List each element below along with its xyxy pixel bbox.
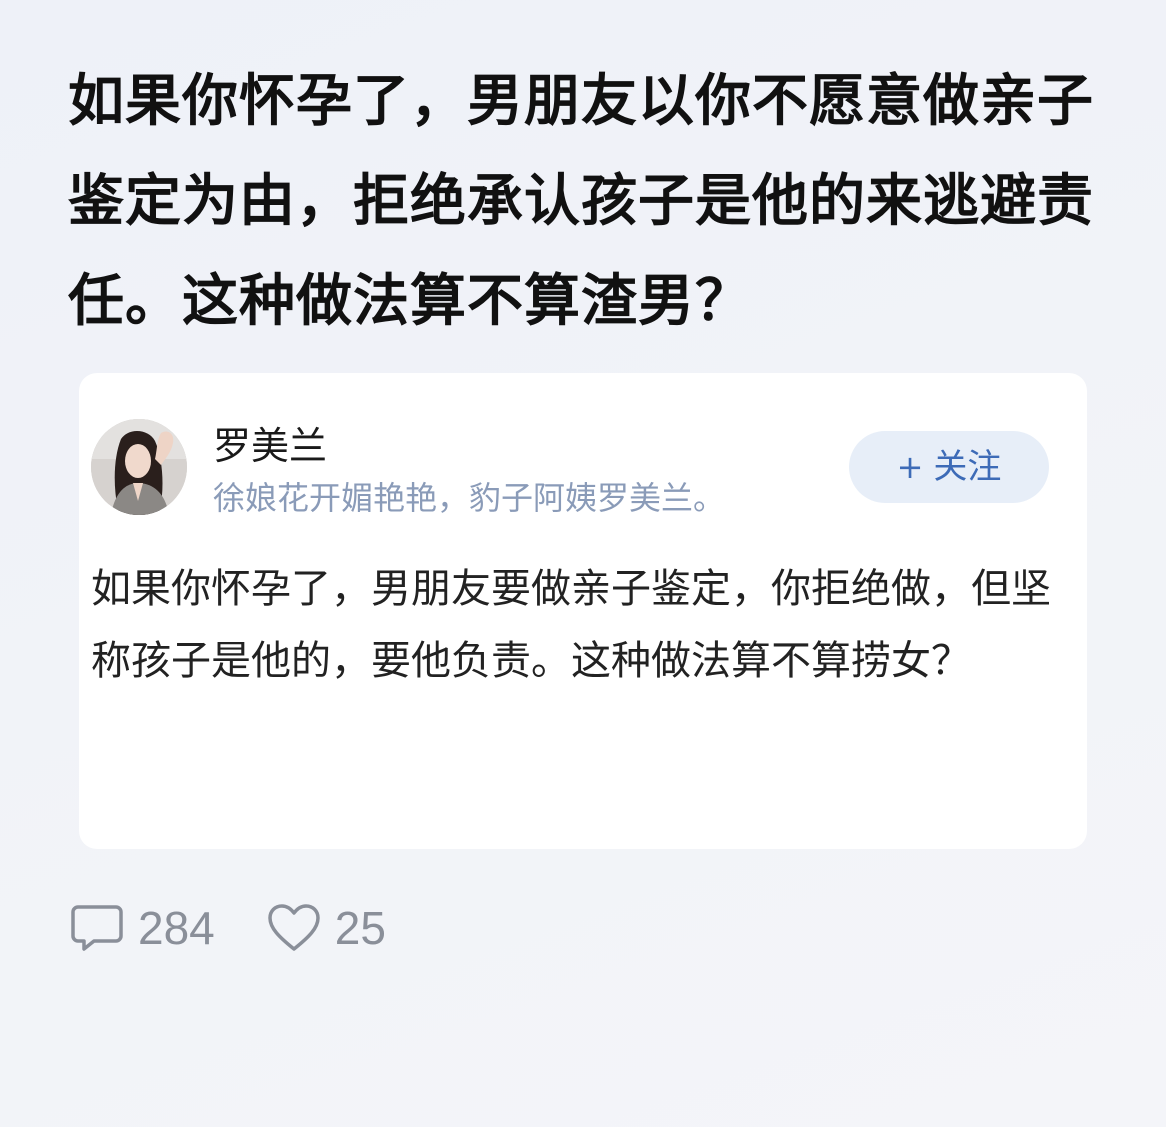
comment-button[interactable]: 284 (70, 901, 215, 955)
like-count: 25 (334, 902, 386, 954)
like-button[interactable]: 25 (267, 901, 386, 955)
page: 如果你怀孕了，男朋友以你不愿意做亲子鉴定为由，拒绝承认孩子是他的来逃避责任。这种… (0, 0, 1166, 1127)
stats-bar: 284 25 (70, 898, 386, 958)
question-title[interactable]: 如果你怀孕了，男朋友以你不愿意做亲子鉴定为由，拒绝承认孩子是他的来逃避责任。这种… (68, 52, 1098, 352)
avatar[interactable] (91, 419, 187, 515)
author-bio: 徐娘花开媚艳艳，豹子阿姨罗美兰。 (213, 479, 726, 517)
quoted-post-card[interactable]: 罗美兰 徐娘花开媚艳艳，豹子阿姨罗美兰。 + 关注 如果你怀孕了，男朋友要做亲子鉴… (79, 373, 1087, 849)
plus-icon: + (896, 448, 924, 486)
comment-icon (70, 904, 124, 952)
follow-button[interactable]: + 关注 (849, 431, 1049, 503)
quoted-post-body[interactable]: 如果你怀孕了，男朋友要做亲子鉴定，你拒绝做，但坚称孩子是他的，要他负责。这种做法… (91, 553, 1051, 697)
follow-label: 关注 (933, 447, 1002, 487)
heart-icon (267, 903, 321, 953)
comment-count: 284 (138, 902, 215, 954)
author-name[interactable]: 罗美兰 (213, 423, 327, 469)
